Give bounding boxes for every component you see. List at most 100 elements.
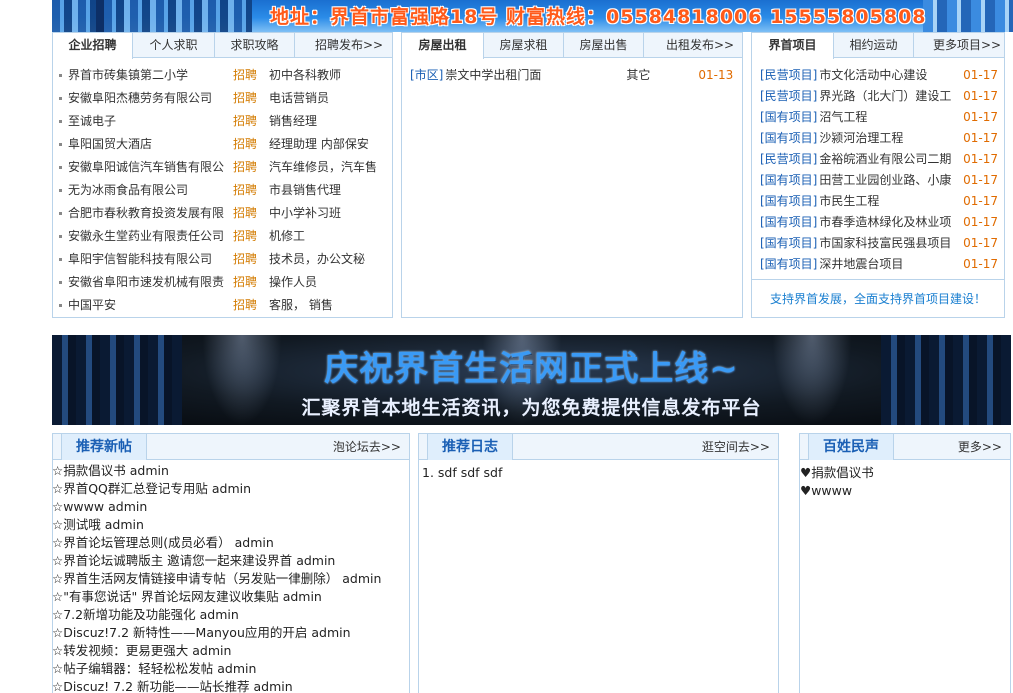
project-type[interactable]: [民营项目] — [760, 89, 817, 103]
tab-house-want-rent[interactable]: 房屋求租 — [484, 33, 564, 58]
post-title[interactable]: ☆Discuz! 7.2 新功能——站长推荐 — [52, 679, 250, 693]
post-author[interactable]: admin — [311, 625, 350, 640]
housing-title[interactable]: 崇文中学出租门面 — [445, 65, 626, 85]
project-type[interactable]: [国有项目] — [760, 194, 817, 208]
tab-house-sale[interactable]: 房屋出售 — [564, 33, 644, 58]
project-type[interactable]: [国有项目] — [760, 110, 817, 124]
tab-sports-meetup[interactable]: 相约运动 — [834, 33, 914, 58]
job-company[interactable]: 至诚电子 — [68, 111, 233, 131]
projects-more-link[interactable]: 更多项目>> — [928, 33, 1006, 58]
project-row[interactable]: [国有项目] 田营工业园创业路、小康 01-17 — [760, 170, 1004, 190]
blogs-more-link[interactable]: 逛空间去>> — [702, 434, 770, 460]
post-item[interactable]: ☆捐款倡议书 admin — [52, 462, 169, 480]
job-position[interactable]: 电话营销员 — [269, 88, 381, 108]
post-author[interactable]: admin — [192, 643, 231, 658]
project-title[interactable]: 深井地震台项目 — [819, 254, 954, 274]
project-type[interactable]: [国有项目] — [760, 257, 817, 271]
project-row[interactable]: [民营项目] 市文化活动中心建设 01-17 — [760, 65, 1004, 85]
job-row[interactable]: 合肥市春秋教育投资发展有限 招聘 中小学补习班 — [59, 203, 381, 223]
launch-banner[interactable]: 庆祝界首生活网正式上线~ 汇聚界首本地生活资讯，为您免费提供信息发布平台 — [52, 335, 1011, 425]
job-company[interactable]: 阜阳国贸大酒店 — [68, 134, 233, 154]
project-title[interactable]: 市民生工程 — [819, 191, 954, 211]
project-type[interactable]: [民营项目] — [760, 68, 817, 82]
post-author[interactable]: admin — [283, 589, 322, 604]
job-row[interactable]: 阜阳宇信智能科技有限公司 招聘 技术员，办公文秘 — [59, 249, 381, 269]
post-author[interactable]: admin — [105, 517, 144, 532]
project-row[interactable]: [民营项目] 金裕皖酒业有限公司二期 01-17 — [760, 149, 1004, 169]
job-row[interactable]: 安徽阜阳杰穗劳务有限公司 招聘 电话营销员 — [59, 88, 381, 108]
post-item[interactable]: ☆"有事您说话" 界首论坛网友建议收集贴 admin — [52, 588, 322, 606]
job-row[interactable]: 阜阳国贸大酒店 招聘 经理助理 内部保安 — [59, 134, 381, 154]
job-row[interactable]: 安徽永生堂药业有限责任公司 招聘 机修工 — [59, 226, 381, 246]
tab-personal-jobseek[interactable]: 个人求职 — [133, 33, 215, 58]
project-row[interactable]: [国有项目] 沙颍河治理工程 01-17 — [760, 128, 1004, 148]
job-row[interactable]: 安徽省阜阳市速发机械有限责 招聘 操作人员 — [59, 272, 381, 292]
project-type[interactable]: [国有项目] — [760, 215, 817, 229]
post-item[interactable]: ☆界首论坛诚聘版主 邀请您一起来建设界首 admin — [52, 552, 335, 570]
post-author[interactable]: admin — [130, 463, 169, 478]
post-item[interactable]: ☆界首论坛管理总则(成员必看） admin — [52, 534, 274, 552]
project-title[interactable]: 市春季造林绿化及林业项 — [819, 212, 954, 232]
job-row[interactable]: 至诚电子 招聘 销售经理 — [59, 111, 381, 131]
post-title[interactable]: ☆捐款倡议书 — [52, 463, 126, 478]
post-item[interactable]: ☆Discuz!7.2 新特性——Manyou应用的开启 admin — [52, 624, 351, 642]
project-row[interactable]: [国有项目] 深井地震台项目 01-17 — [760, 254, 1004, 274]
post-item[interactable]: ☆Discuz! 7.2 新功能——站长推荐 admin — [52, 678, 293, 693]
posts-more-link[interactable]: 泡论坛去>> — [333, 434, 401, 460]
post-author[interactable]: admin — [235, 535, 274, 550]
post-item[interactable]: ☆帖子编辑器：轻轻松松发帖 admin — [52, 660, 256, 678]
job-row[interactable]: 中国平安 招聘 客服， 销售 — [59, 295, 381, 315]
job-company[interactable]: 无为冰雨食品有限公司 — [68, 180, 233, 200]
post-title[interactable]: ☆转发视频：更易更强大 — [52, 643, 188, 658]
tab-jieshou-projects[interactable]: 界首项目 — [752, 33, 834, 59]
job-position[interactable]: 经理助理 内部保安 — [269, 134, 381, 154]
tab-job-tips[interactable]: 求职攻略 — [215, 33, 295, 58]
job-company[interactable]: 中国平安 — [68, 295, 233, 315]
projects-footer-note[interactable]: 支持界首发展，全面支持界首项目建设！ — [752, 279, 1004, 317]
post-title[interactable]: ☆"有事您说话" 界首论坛网友建议收集贴 — [52, 589, 279, 604]
post-author[interactable]: admin — [212, 481, 251, 496]
job-row[interactable]: 无为冰雨食品有限公司 招聘 市县销售代理 — [59, 180, 381, 200]
voice-item[interactable]: ♥捐款倡议书 — [800, 464, 874, 482]
project-title[interactable]: 市国家科技富民强县项目 — [819, 233, 954, 253]
post-title[interactable]: ☆Discuz!7.2 新特性——Manyou应用的开启 — [52, 625, 307, 640]
post-author[interactable]: admin — [296, 553, 335, 568]
job-company[interactable]: 界首市砖集镇第二小学 — [68, 65, 233, 85]
post-title[interactable]: ☆界首QQ群汇总登记专用贴 — [52, 481, 208, 496]
voice-item[interactable]: ♥wwww — [800, 482, 852, 500]
post-author[interactable]: admin — [342, 571, 381, 586]
project-title[interactable]: 金裕皖酒业有限公司二期 — [819, 149, 954, 169]
post-author[interactable]: admin — [200, 607, 239, 622]
project-type[interactable]: [国有项目] — [760, 236, 817, 250]
post-title[interactable]: ☆界首生活网友情链接申请专帖（另发贴一律删除） — [52, 571, 338, 586]
post-author[interactable]: admin — [254, 679, 293, 693]
post-title[interactable]: ☆wwww — [52, 499, 104, 514]
post-author[interactable]: admin — [108, 499, 147, 514]
job-position[interactable]: 初中各科教师 — [269, 65, 381, 85]
project-title[interactable]: 沙颍河治理工程 — [819, 128, 954, 148]
job-position[interactable]: 客服， 销售 — [269, 295, 381, 315]
job-position[interactable]: 操作人员 — [269, 272, 381, 292]
project-row[interactable]: [国有项目] 沼气工程 01-17 — [760, 107, 1004, 127]
post-title[interactable]: ☆界首论坛诚聘版主 邀请您一起来建设界首 — [52, 553, 292, 568]
post-title[interactable]: ☆界首论坛管理总则(成员必看） — [52, 535, 231, 550]
project-type[interactable]: [国有项目] — [760, 131, 817, 145]
blog-item[interactable]: 1. sdf sdf sdf — [422, 464, 502, 482]
job-company[interactable]: 安徽阜阳诚信汽车销售有限公 — [68, 157, 233, 177]
tab-house-rent-out[interactable]: 房屋出租 — [402, 33, 484, 59]
project-title[interactable]: 界光路（北大门）建设工 — [819, 86, 954, 106]
job-position[interactable]: 市县销售代理 — [269, 180, 381, 200]
post-title[interactable]: ☆7.2新增功能及功能强化 — [52, 607, 196, 622]
voice-more-link[interactable]: 更多>> — [958, 434, 1002, 460]
post-item[interactable]: ☆7.2新增功能及功能强化 admin — [52, 606, 239, 624]
project-type[interactable]: [国有项目] — [760, 173, 817, 187]
job-position[interactable]: 汽车维修员，汽车售 — [269, 157, 381, 177]
post-item[interactable]: ☆界首QQ群汇总登记专用贴 admin — [52, 480, 251, 498]
post-item[interactable]: ☆wwww admin — [52, 498, 147, 516]
job-company[interactable]: 安徽永生堂药业有限责任公司 — [68, 226, 233, 246]
job-company[interactable]: 安徽省阜阳市速发机械有限责 — [68, 272, 233, 292]
job-position[interactable]: 机修工 — [269, 226, 381, 246]
job-company[interactable]: 安徽阜阳杰穗劳务有限公司 — [68, 88, 233, 108]
project-row[interactable]: [国有项目] 市民生工程 01-17 — [760, 191, 1004, 211]
job-row[interactable]: 界首市砖集镇第二小学 招聘 初中各科教师 — [59, 65, 381, 85]
